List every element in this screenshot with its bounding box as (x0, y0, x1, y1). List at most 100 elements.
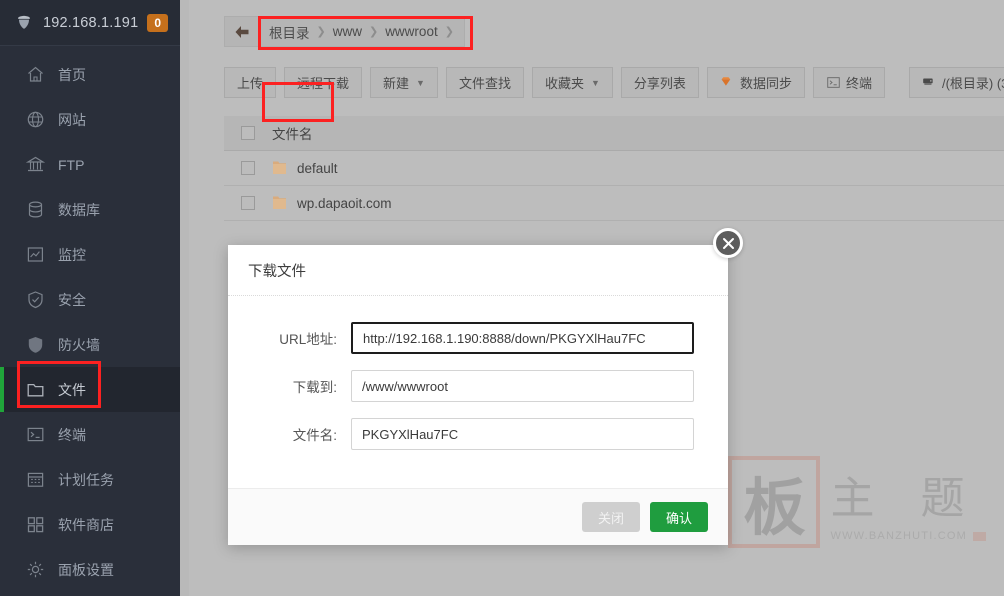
sidebar-item-7[interactable]: 防火墙 (0, 322, 180, 367)
toolbar-button-1[interactable]: 上传 (224, 67, 277, 98)
watermark-url-row: WWW.BANZHUTI.COM (830, 530, 986, 542)
dialog-body: URL地址: 下载到: 文件名: (228, 296, 728, 488)
sidebar-item-label: 监控 (58, 246, 86, 263)
disk-button-1[interactable]: /(根目录) (31G) (908, 67, 1004, 98)
sidebar-item-label: 文件 (58, 381, 86, 398)
download-file-dialog: 下载文件 URL地址: 下载到: 文件名: 关闭 确认 (228, 228, 743, 545)
sidebar-item-label: 防火墙 (58, 336, 100, 353)
sidebar-item-4[interactable]: 数据库 (0, 187, 180, 232)
gear-icon (27, 561, 44, 578)
chevron-down-icon: ▼ (416, 77, 425, 88)
sidebar-item-9[interactable]: 终端 (0, 412, 180, 457)
toolbar-button-8[interactable]: 终端 (812, 67, 885, 98)
toolbar-button-label: 收藏夹 (544, 76, 584, 91)
notification-badge[interactable]: 0 (147, 13, 169, 32)
sidebar-item-12[interactable]: 面板设置 (0, 547, 180, 592)
acorn-shield-icon (18, 15, 30, 29)
field-input-3[interactable] (351, 418, 694, 450)
field-input-1[interactable] (351, 322, 694, 354)
table-row[interactable]: wp.dapaoit.com (224, 186, 1004, 221)
sidebar-item-label: 终端 (58, 426, 86, 443)
watermark: 板 主 题 WWW.BANZHUTI.COM (728, 456, 986, 548)
monitor-icon (27, 247, 44, 262)
breadcrumb-item-2[interactable]: www (333, 24, 362, 39)
disk-button-label: /(根目录) (31G) (941, 76, 1004, 91)
sidebar-item-1[interactable]: 首页 (0, 52, 180, 97)
field-input-2[interactable] (351, 370, 694, 402)
breadcrumb-separator: ❯ (368, 26, 379, 38)
toolbar-button-label: 新建 (383, 76, 410, 91)
file-name-label: default (297, 160, 338, 176)
toolbar-button-label: 终端 (845, 76, 872, 91)
folder-icon (27, 383, 44, 397)
sidebar-item-3[interactable]: FTP (0, 142, 180, 187)
dialog-header: 下载文件 (228, 245, 728, 296)
breadcrumb-item-3[interactable]: wwwroot (385, 24, 438, 39)
form-row-1: URL地址: (228, 322, 694, 354)
column-header-filename: 文件名 (272, 127, 313, 142)
watermark-url: WWW.BANZHUTI.COM (830, 530, 967, 542)
close-circle-icon[interactable] (713, 228, 743, 258)
sidebar-item-5[interactable]: 监控 (0, 232, 180, 277)
sidebar-item-10[interactable]: 计划任务 (0, 457, 180, 502)
toolbar-button-4[interactable]: 文件查找 (445, 67, 524, 98)
breadcrumb-list: 根目录 ❯ www ❯ wwwroot ❯ (259, 17, 464, 46)
sidebar-item-label: 计划任务 (58, 471, 114, 488)
sidebar-item-label: FTP (58, 156, 85, 173)
arrow-left-icon (235, 25, 248, 38)
row-checkbox[interactable] (241, 161, 255, 175)
apps-grid-icon (27, 517, 44, 533)
sidebar-item-label: 网站 (58, 111, 86, 128)
file-toolbar: 上传远程下载新建▼文件查找收藏夹▼分享列表数据同步终端/(根目录) (31G)/… (189, 47, 1004, 98)
form-row-2: 下载到: (228, 370, 694, 402)
toolbar-button-3[interactable]: 新建 ▼ (370, 67, 438, 98)
breadcrumb-item-1[interactable]: 根目录 (269, 22, 310, 42)
select-all-checkbox[interactable] (241, 126, 255, 140)
toolbar-button-label: 分享列表 (633, 76, 686, 91)
form-row-3: 文件名: (228, 418, 694, 450)
file-table: 文件名 default wp.dapaoit.com (224, 116, 1004, 221)
sidebar-item-8[interactable]: 文件 (0, 367, 180, 412)
confirm-button[interactable]: 确认 (649, 502, 708, 532)
folder-icon (273, 161, 286, 174)
row-checkbox[interactable] (241, 196, 255, 210)
file-name-cell: default (272, 160, 338, 176)
table-header-row: 文件名 (224, 116, 1004, 151)
sidebar-item-label: 安全 (58, 291, 86, 308)
back-button[interactable] (225, 17, 259, 46)
panel-ip-label: 192.168.1.191 (43, 14, 139, 31)
globe-icon (27, 111, 44, 128)
toolbar-button-2[interactable]: 远程下载 (284, 67, 363, 98)
panel-app: 192.168.1.191 0 首页 网站 FTP 数据库 监控 安全 防火墙 文件 终端 计划任… (0, 0, 1004, 596)
sidebar-header: 192.168.1.191 0 (0, 0, 180, 46)
sidebar-item-6[interactable]: 安全 (0, 277, 180, 322)
toolbar-button-6[interactable]: 分享列表 (620, 67, 699, 98)
firewall-icon (28, 337, 43, 353)
breadcrumb-separator: ❯ (444, 26, 454, 38)
breadcrumb-separator: ❯ (316, 26, 326, 38)
sidebar-item-label: 面板设置 (58, 561, 114, 578)
toolbar-button-5[interactable]: 收藏夹 ▼ (531, 67, 613, 98)
sidebar-nav: 首页网站 FTP 数据库监控安全防火墙文件终端计划任务软件商店面板设置 (0, 46, 180, 592)
gem-icon (721, 77, 731, 86)
close-icon (722, 237, 734, 249)
select-all-cell (224, 126, 272, 140)
watermark-square-icon (973, 531, 986, 541)
toolbar-button-label: 文件查找 (458, 76, 511, 91)
row-checkbox-cell (224, 196, 272, 210)
field-label: 下载到: (292, 380, 337, 395)
shield-check-icon (28, 291, 43, 309)
breadcrumb: 根目录 ❯ www ❯ wwwroot ❯ (224, 16, 465, 47)
sidebar-item-2[interactable]: 网站 (0, 97, 180, 142)
cancel-button[interactable]: 关闭 (581, 502, 640, 532)
terminal-icon (827, 77, 840, 88)
toolbar-button-label: 数据同步 (739, 76, 792, 91)
toolbar-button-label: 远程下载 (297, 76, 350, 91)
home-icon (28, 66, 43, 82)
toolbar-button-label: 上传 (237, 76, 264, 91)
chevron-down-icon: ▼ (591, 77, 600, 88)
table-row[interactable]: default (224, 151, 1004, 186)
sidebar-item-11[interactable]: 软件商店 (0, 502, 180, 547)
folder-icon (273, 196, 286, 209)
toolbar-button-7[interactable]: 数据同步 (706, 67, 805, 98)
